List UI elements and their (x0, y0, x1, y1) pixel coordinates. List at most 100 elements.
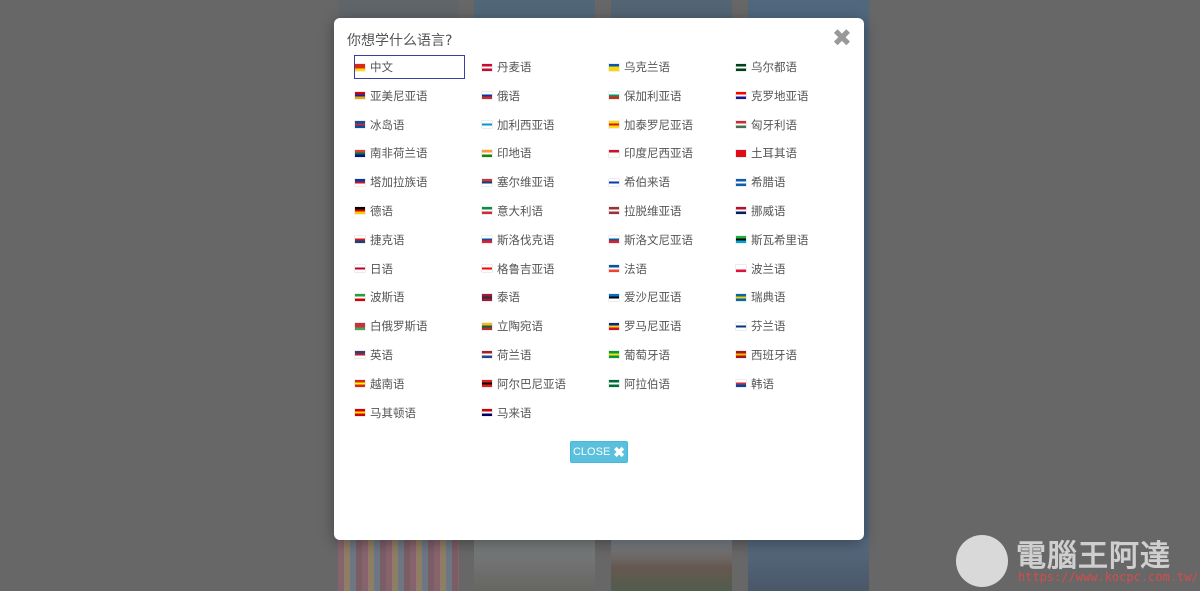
language-option[interactable]: 塔加拉族语 (354, 170, 465, 194)
language-option[interactable]: 希伯来语 (608, 170, 719, 194)
language-label: 捷克语 (370, 232, 405, 247)
language-option[interactable]: 白俄罗斯语 (354, 314, 465, 338)
language-label: 丹麦语 (497, 60, 532, 74)
language-label: 罗马尼亚语 (624, 319, 682, 334)
language-label: 日语 (370, 261, 393, 276)
language-option[interactable]: 中文 (354, 55, 465, 79)
flag-icon (355, 380, 365, 388)
language-option[interactable]: 土耳其语 (735, 141, 846, 165)
language-option[interactable]: 泰语 (481, 285, 592, 309)
language-option[interactable]: 葡萄牙语 (608, 343, 719, 367)
language-option[interactable]: 印地语 (481, 141, 592, 165)
flag-icon (482, 149, 492, 157)
language-label: 斯洛伐克语 (497, 232, 555, 247)
language-label: 荷兰语 (497, 347, 532, 362)
language-label: 波斯语 (370, 290, 405, 305)
language-option[interactable]: 韩语 (735, 372, 846, 396)
language-option[interactable]: 波兰语 (735, 257, 846, 281)
close-button[interactable]: CLOSE ✖ (570, 441, 628, 463)
flag-icon (355, 409, 365, 417)
language-option[interactable]: 意大利语 (481, 199, 592, 223)
language-option[interactable]: 马其顿语 (354, 401, 465, 425)
language-label: 斯瓦希里语 (751, 232, 809, 247)
language-label: 加利西亚语 (497, 117, 555, 132)
language-option[interactable]: 日语 (354, 257, 465, 281)
flag-icon (736, 265, 746, 273)
flag-icon (355, 149, 365, 157)
language-option[interactable]: 马来语 (481, 401, 592, 425)
language-option[interactable]: 英语 (354, 343, 465, 367)
flag-icon (355, 351, 365, 359)
language-option[interactable]: 德语 (354, 199, 465, 223)
language-option[interactable]: 印度尼西亚语 (608, 141, 719, 165)
flag-icon (609, 236, 619, 244)
language-option[interactable]: 匈牙利语 (735, 113, 846, 137)
flag-icon (355, 207, 365, 215)
language-label: 印度尼西亚语 (624, 146, 693, 161)
flag-icon (736, 92, 746, 100)
flag-icon (609, 207, 619, 215)
language-option[interactable]: 克罗地亚语 (735, 84, 846, 108)
flag-icon (482, 92, 492, 100)
language-option[interactable]: 荷兰语 (481, 343, 592, 367)
language-option[interactable]: 亚美尼亚语 (354, 84, 465, 108)
language-option[interactable]: 南非荷兰语 (354, 141, 465, 165)
flag-icon (482, 322, 492, 330)
language-option[interactable]: 西班牙语 (735, 343, 846, 367)
language-option[interactable]: 乌克兰语 (608, 55, 719, 79)
language-option[interactable]: 冰岛语 (354, 113, 465, 137)
language-label: 意大利语 (497, 203, 543, 218)
flag-icon (355, 92, 365, 100)
language-label: 塞尔维亚语 (497, 175, 555, 190)
language-option[interactable]: 斯洛文尼亚语 (608, 228, 719, 252)
language-label: 中文 (370, 60, 393, 74)
mascot-logo (956, 535, 1008, 587)
language-option[interactable]: 加利西亚语 (481, 113, 592, 137)
language-option[interactable]: 立陶宛语 (481, 314, 592, 338)
language-label: 葡萄牙语 (624, 347, 670, 362)
language-option[interactable]: 保加利亚语 (608, 84, 719, 108)
language-option[interactable]: 波斯语 (354, 285, 465, 309)
language-option[interactable]: 乌尔都语 (735, 55, 846, 79)
flag-icon (736, 322, 746, 330)
language-option[interactable]: 斯瓦希里语 (735, 228, 846, 252)
flag-icon (736, 380, 746, 388)
language-option[interactable]: 格鲁吉亚语 (481, 257, 592, 281)
language-label: 俄语 (497, 88, 520, 103)
language-list: 中文 丹麦语 乌克兰语 乌尔都语亚美尼亚语 俄语 保加利亚语 克罗地亚语冰岛语 加利西亚语 加泰… (354, 55, 862, 429)
language-label: 塔加拉族语 (370, 175, 428, 190)
language-option[interactable]: 拉脱维亚语 (608, 199, 719, 223)
flag-icon (482, 380, 492, 388)
language-option[interactable]: 希腊语 (735, 170, 846, 194)
flag-icon (736, 207, 746, 215)
language-option[interactable]: 阿尔巴尼亚语 (481, 372, 592, 396)
language-option[interactable]: 丹麦语 (481, 55, 592, 79)
language-option[interactable]: 罗马尼亚语 (608, 314, 719, 338)
close-icon[interactable]: ✖ (832, 24, 852, 52)
language-option[interactable]: 瑞典语 (735, 285, 846, 309)
flag-icon (736, 63, 746, 71)
flag-icon (355, 178, 365, 186)
language-option[interactable]: 芬兰语 (735, 314, 846, 338)
language-option[interactable]: 加泰罗尼亚语 (608, 113, 719, 137)
language-option[interactable]: 斯洛伐克语 (481, 228, 592, 252)
flag-icon (609, 380, 619, 388)
flag-icon (609, 351, 619, 359)
language-label: 芬兰语 (751, 319, 786, 334)
language-label: 斯洛文尼亚语 (624, 232, 693, 247)
flag-icon (736, 178, 746, 186)
language-option[interactable]: 捷克语 (354, 228, 465, 252)
language-option[interactable]: 挪威语 (735, 199, 846, 223)
language-option[interactable]: 俄语 (481, 84, 592, 108)
flag-icon (609, 121, 619, 129)
language-label: 乌尔都语 (751, 60, 797, 74)
language-label: 土耳其语 (751, 146, 797, 161)
language-option[interactable]: 法语 (608, 257, 719, 281)
language-label: 阿尔巴尼亚语 (497, 376, 566, 391)
language-option[interactable]: 塞尔维亚语 (481, 170, 592, 194)
language-option[interactable]: 阿拉伯语 (608, 372, 719, 396)
language-option[interactable]: 爱沙尼亚语 (608, 285, 719, 309)
flag-icon (736, 121, 746, 129)
language-option[interactable]: 越南语 (354, 372, 465, 396)
flag-icon (482, 207, 492, 215)
